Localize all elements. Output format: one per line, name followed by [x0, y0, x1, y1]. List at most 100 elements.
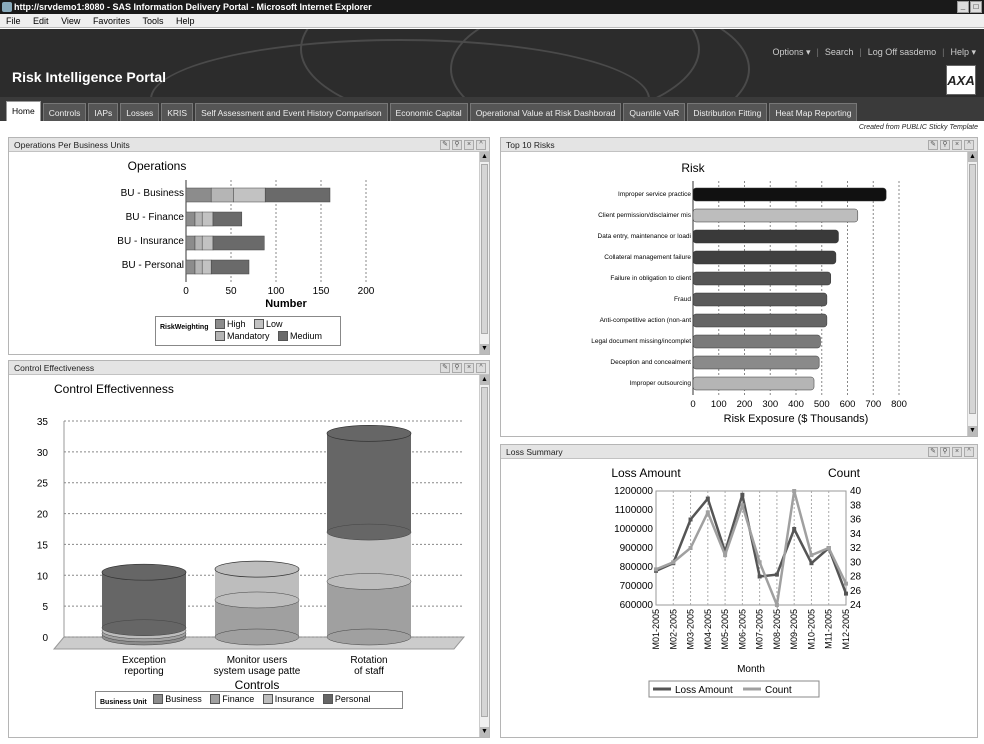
help-link[interactable]: Help ▾ — [950, 47, 976, 58]
collapse-icon[interactable]: ^ — [964, 447, 974, 457]
tab-economic-capital[interactable]: Economic Capital — [389, 103, 468, 121]
x-tick-label: 300 — [762, 399, 778, 410]
bar — [692, 187, 887, 202]
tab-iaps[interactable]: IAPs — [88, 103, 119, 121]
edit-icon[interactable]: ✎ — [928, 447, 938, 457]
maximize-button[interactable]: □ — [970, 1, 982, 13]
data-point — [757, 574, 762, 579]
collapse-icon[interactable]: ^ — [476, 363, 486, 373]
tab-distribution-fitting[interactable]: Distribution Fitting — [687, 103, 768, 121]
zoom-icon[interactable]: ⚲ — [452, 363, 462, 373]
y-tick-label: 0 — [42, 633, 48, 644]
panel-header: Operations Per Business Units ✎ ⚲ × ^ — [9, 138, 489, 152]
bar-segment — [194, 211, 203, 227]
bar — [692, 292, 828, 307]
bar-segment — [210, 259, 250, 275]
legend-label: Count — [765, 685, 792, 696]
edit-icon[interactable]: ✎ — [440, 363, 450, 373]
close-icon[interactable]: × — [952, 140, 962, 150]
bar-segment — [212, 235, 265, 251]
close-icon[interactable]: × — [464, 363, 474, 373]
minimize-button[interactable]: _ — [957, 1, 969, 13]
y-tick-label: 700000 — [620, 581, 654, 592]
tab-quantile-var[interactable]: Quantile VaR — [623, 103, 686, 121]
bar-segment — [233, 187, 266, 203]
y-tick-label: 1000000 — [614, 524, 653, 535]
legend-label: Business — [165, 694, 202, 704]
menu-view[interactable]: View — [61, 16, 80, 26]
y-tick-label: 5 — [42, 602, 48, 613]
x-tick-label: 0 — [690, 399, 695, 410]
close-icon[interactable]: × — [952, 447, 962, 457]
tab-losses[interactable]: Losses — [120, 103, 160, 121]
bar-segment — [194, 235, 203, 251]
chart-title: Control Effectivenness — [54, 382, 174, 396]
y-tick-label: 600000 — [620, 600, 654, 611]
menu-file[interactable]: File — [6, 16, 21, 26]
search-link[interactable]: Search — [825, 47, 854, 58]
ops-panel: Operations Per Business Units ✎ ⚲ × ^ Op… — [8, 137, 490, 355]
x-tick-label: 100 — [711, 399, 727, 410]
tab-home[interactable]: Home — [6, 101, 41, 121]
axa-logo: AXA — [946, 65, 976, 95]
menu-favorites[interactable]: Favorites — [93, 16, 130, 26]
menu-help[interactable]: Help — [176, 16, 195, 26]
bar-segment — [185, 259, 196, 275]
tab-operational-var[interactable]: Operational Value at Risk Dashborad — [469, 103, 622, 121]
collapse-icon[interactable]: ^ — [964, 140, 974, 150]
data-point — [844, 581, 848, 586]
tab-kris[interactable]: KRIS — [161, 103, 194, 121]
menu-tools[interactable]: Tools — [142, 16, 163, 26]
cylinder-edge — [214, 628, 300, 646]
y-tick-label: 25 — [37, 479, 49, 490]
x-tick-label: M11-2005 — [824, 609, 834, 649]
cylinder-edge — [101, 619, 187, 636]
data-point — [809, 553, 814, 558]
legend-title: Business Unit — [100, 699, 147, 706]
category-label: Anti-competitive action (non-ant — [600, 317, 692, 324]
data-point — [844, 591, 848, 596]
loss-panel: Loss Summary ✎ ⚲ × ^ Loss Amount Count 600… — [500, 444, 978, 738]
panel-scrollbar[interactable]: ▲ ▼ — [479, 375, 489, 737]
collapse-icon[interactable]: ^ — [476, 140, 486, 150]
menu-edit[interactable]: Edit — [33, 16, 49, 26]
category-label: BU - Business — [121, 188, 184, 199]
data-point — [705, 496, 710, 501]
tab-self-assessment[interactable]: Self Assessment and Event History Compar… — [195, 103, 388, 121]
y2-tick-label: 32 — [850, 543, 862, 554]
control-panel: Control Effectiveness ✎ ⚲ × ^ Control Ef… — [8, 360, 490, 738]
y-tick-label: 35 — [37, 417, 49, 428]
logoff-link[interactable]: Log Off sasdemo — [868, 47, 936, 58]
ops-legend: RiskWeighting High Low Mandatory Medium — [155, 316, 341, 346]
tab-controls[interactable]: Controls — [42, 103, 87, 121]
x-tick-label: M01-2005 — [651, 609, 661, 650]
data-point — [774, 572, 779, 577]
panel-scrollbar[interactable]: ▲ ▼ — [967, 152, 977, 436]
loss-chart: Loss Amount Count 600000 700000 800000 900000… — [611, 466, 862, 698]
control-chart: Control Effectivenness 0 5 10 15 20 25 30 35 Exce… — [37, 382, 466, 692]
x-tick-label: 150 — [313, 286, 330, 297]
y2-tick-label: 38 — [850, 500, 862, 511]
right-axis-title: Count — [828, 466, 861, 480]
category-label: Improper service practice — [618, 191, 691, 198]
y2-tick-label: 40 — [850, 486, 862, 497]
x-tick-label: M07-2005 — [755, 609, 765, 650]
x-tick-label: M08-2005 — [772, 609, 782, 650]
y-tick-label: 1100000 — [615, 505, 654, 516]
panel-scrollbar[interactable]: ▲ ▼ — [479, 152, 489, 354]
tab-heat-map[interactable]: Heat Map Reporting — [769, 103, 858, 121]
data-point — [688, 546, 693, 550]
data-point — [774, 603, 779, 607]
zoom-icon[interactable]: ⚲ — [940, 447, 950, 457]
edit-icon[interactable]: ✎ — [928, 140, 938, 150]
close-icon[interactable]: × — [464, 140, 474, 150]
created-note: Created from PUBLIC Sticky Template — [858, 124, 978, 131]
control-legend: Business Unit Business Finance Insurance… — [95, 691, 403, 709]
panel-title: Control Effectiveness — [14, 363, 95, 373]
legend-swatch — [262, 694, 273, 704]
options-link[interactable]: Options ▾ — [772, 47, 810, 58]
zoom-icon[interactable]: ⚲ — [940, 140, 950, 150]
edit-icon[interactable]: ✎ — [440, 140, 450, 150]
x-axis-title: Month — [737, 664, 765, 675]
zoom-icon[interactable]: ⚲ — [452, 140, 462, 150]
